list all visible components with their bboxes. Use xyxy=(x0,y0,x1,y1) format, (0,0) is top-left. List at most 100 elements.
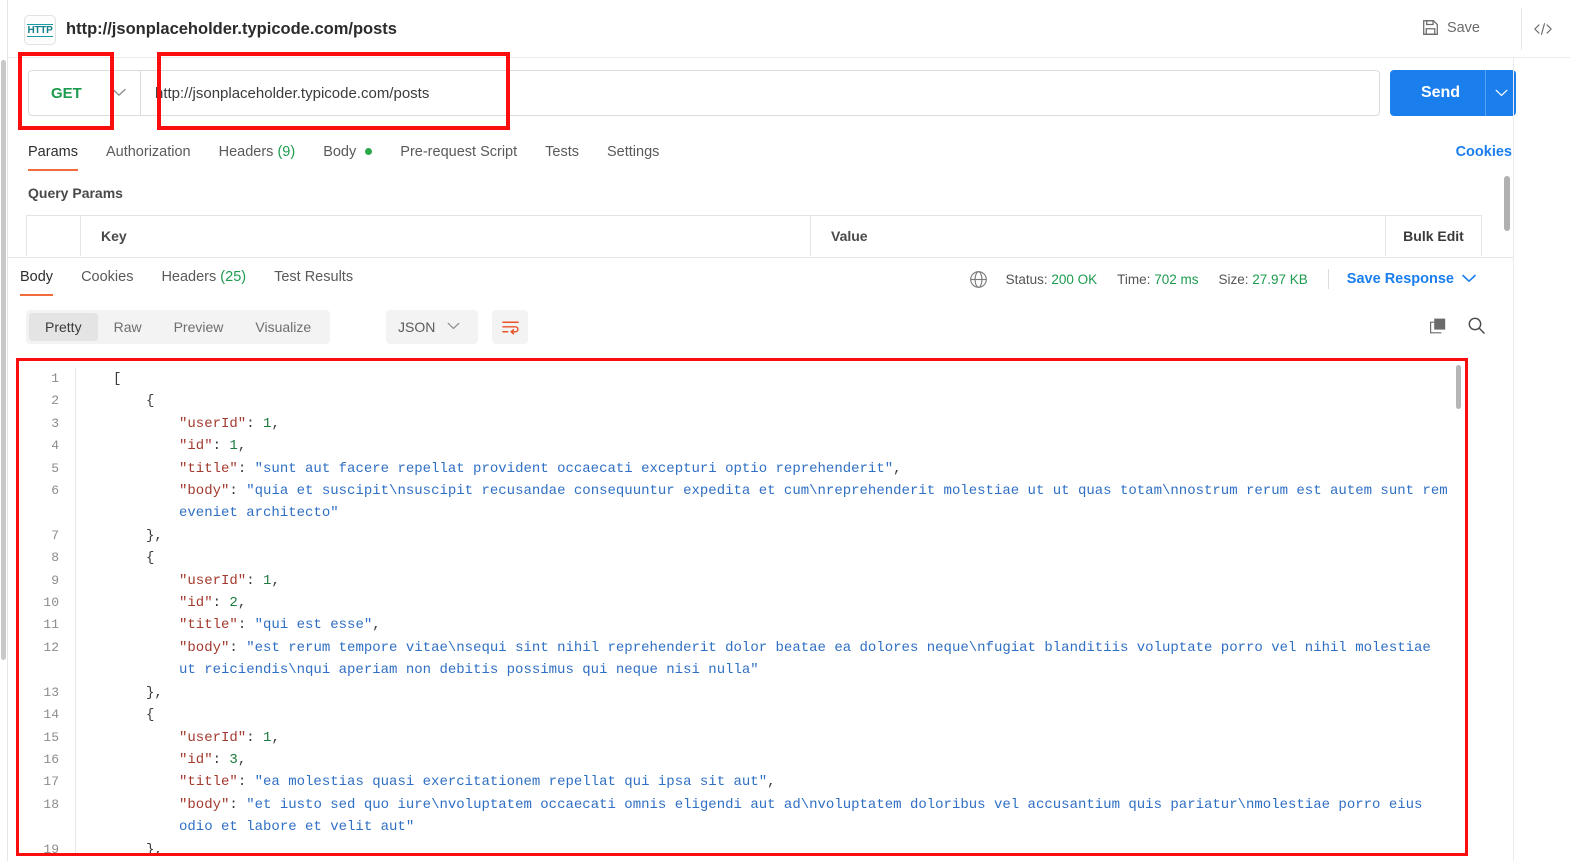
json-line: 5 "title": "sunt aut facere repellat prov… xyxy=(19,457,1465,481)
json-line-number: 1 xyxy=(51,371,59,386)
page-title: http://jsonplaceholder.typicode.com/post… xyxy=(66,20,397,38)
json-line: 10 "id": 2, xyxy=(19,592,1465,615)
json-line: 4 "id": 1, xyxy=(19,435,1465,458)
response-tab-headers-count: (25) xyxy=(220,269,247,285)
view-mode-raw[interactable]: Raw xyxy=(98,313,158,341)
tab-tests[interactable]: Tests xyxy=(531,136,593,171)
size-badge: Size: 27.97 KB xyxy=(1218,272,1307,287)
view-mode-pretty[interactable]: Pretty xyxy=(29,313,98,341)
response-format-select[interactable]: JSON xyxy=(386,310,478,344)
response-tab-headers[interactable]: Headers (25) xyxy=(147,261,260,296)
json-line-content: "body": "et iusto sed quo iure\nvoluptat… xyxy=(179,796,1431,836)
left-scrollbar-thumb[interactable] xyxy=(1,60,6,660)
response-body-viewer[interactable]: 1[2{3 "userId": 1, 4 "id": 1, 5 "title": "sun… xyxy=(16,358,1468,856)
cookies-link[interactable]: Cookies xyxy=(1456,144,1512,160)
json-gutter xyxy=(75,390,113,413)
save-response-chevron-down-icon xyxy=(1462,271,1476,287)
request-response-divider[interactable] xyxy=(8,257,1514,258)
response-tab-cookies[interactable]: Cookies xyxy=(67,261,147,296)
time-badge: Time: 702 ms xyxy=(1117,272,1198,287)
json-line: 13}, xyxy=(19,681,1465,705)
tab-pre-request-script[interactable]: Pre-request Script xyxy=(386,136,531,171)
meta-divider xyxy=(1327,269,1329,289)
json-line-content: { xyxy=(146,550,155,567)
left-rail xyxy=(0,0,8,861)
json-lines-container: 1[2{3 "userId": 1, 4 "id": 1, 5 "title": "sun… xyxy=(19,361,1465,853)
url-field-wrapper[interactable] xyxy=(140,70,1380,116)
json-line-content: }, xyxy=(146,527,163,544)
url-input[interactable] xyxy=(141,84,1379,102)
request-header-bar: HTTP http://jsonplaceholder.typicode.com… xyxy=(8,0,1570,58)
request-pane-scrollbar-thumb[interactable] xyxy=(1504,176,1510,231)
json-gutter xyxy=(75,838,113,853)
json-line-content: "title": "sunt aut facere repellat provi… xyxy=(179,460,902,477)
response-toolbar-actions xyxy=(1429,316,1486,335)
json-gutter xyxy=(75,726,113,749)
tab-body[interactable]: Body xyxy=(309,136,386,171)
response-tab-test-results-label: Test Results xyxy=(274,269,354,285)
json-line-content: [ xyxy=(113,371,122,387)
tab-settings[interactable]: Settings xyxy=(593,136,673,171)
response-body-toolbar: Pretty Raw Preview Visualize JSON xyxy=(8,306,1514,352)
json-line-number: 2 xyxy=(51,393,59,409)
json-line-content: "body": "est rerum tempore vitae\nsequi … xyxy=(179,639,1440,679)
json-line-content: "id": 2, xyxy=(179,595,247,612)
response-tab-body[interactable]: Body xyxy=(20,261,67,296)
wrap-lines-icon[interactable] xyxy=(492,310,528,344)
save-button[interactable]: Save xyxy=(1418,17,1484,38)
json-line-number: 18 xyxy=(43,796,59,812)
search-icon[interactable] xyxy=(1467,316,1486,335)
json-line-number: 16 xyxy=(43,751,59,767)
json-line: 17 "title": "ea molestias quasi exercitat… xyxy=(19,771,1465,794)
format-chevron-down-icon xyxy=(447,321,460,333)
tab-authorization[interactable]: Authorization xyxy=(92,136,205,171)
response-tab-test-results[interactable]: Test Results xyxy=(260,261,367,296)
response-body-scrollbar-thumb[interactable] xyxy=(1456,365,1461,409)
send-chevron-down-icon[interactable] xyxy=(1486,86,1516,100)
json-line: 11 "title": "qui est esse", xyxy=(19,614,1465,637)
bulk-edit-button[interactable]: Bulk Edit xyxy=(1386,216,1481,256)
json-line-number: 12 xyxy=(43,639,59,655)
json-line: 7}, xyxy=(19,524,1465,548)
right-vertical-divider xyxy=(1513,58,1514,861)
code-snippet-icon[interactable] xyxy=(1528,15,1558,43)
save-response-label: Save Response xyxy=(1346,271,1454,287)
response-format-value: JSON xyxy=(398,319,436,335)
response-tab-bar: Body Cookies Headers (25) Test Results S… xyxy=(8,261,1514,301)
request-tabs: Params Authorization Headers (9) Body Pr… xyxy=(28,136,673,171)
json-line-number: 7 xyxy=(51,527,59,543)
tab-settings-label: Settings xyxy=(606,144,660,160)
json-line-content: "title": "qui est esse", xyxy=(179,617,381,634)
tab-tests-label: Tests xyxy=(545,144,579,160)
tab-params[interactable]: Params xyxy=(28,136,92,171)
json-line-content: "userId": 1, xyxy=(179,729,280,746)
view-mode-visualize[interactable]: Visualize xyxy=(239,313,327,341)
copy-icon[interactable] xyxy=(1429,317,1447,335)
json-line-number: 15 xyxy=(43,729,59,745)
json-line: 15 "userId": 1, xyxy=(19,726,1465,749)
json-gutter xyxy=(75,457,113,481)
status-badge: Status: 200 OK xyxy=(1006,272,1098,287)
json-gutter xyxy=(75,748,113,772)
json-line: 9 "userId": 1, xyxy=(19,569,1465,593)
query-params-key-column-header: Key xyxy=(81,216,811,256)
json-line: 3 "userId": 1, xyxy=(19,412,1465,436)
method-selector[interactable]: GET xyxy=(28,70,140,116)
globe-icon[interactable] xyxy=(969,270,988,289)
view-mode-preview[interactable]: Preview xyxy=(158,313,240,341)
json-line-number: 10 xyxy=(43,595,59,611)
json-line: 18 "body": "et iusto sed quo iure\nvolupt… xyxy=(19,793,1465,839)
tab-headers[interactable]: Headers (9) xyxy=(205,136,310,171)
http-badge-label: HTTP xyxy=(26,23,54,37)
send-button[interactable]: Send xyxy=(1390,70,1516,116)
json-line-number: 3 xyxy=(51,415,59,431)
chevron-down-icon xyxy=(112,86,126,100)
body-modified-dot-icon xyxy=(365,148,373,155)
save-response-button[interactable]: Save Response xyxy=(1347,271,1476,287)
query-params-value-column-header: Value xyxy=(811,216,1386,256)
json-gutter xyxy=(75,771,113,794)
json-gutter xyxy=(75,480,113,525)
json-line-number: 13 xyxy=(43,684,59,700)
json-line: 19}, xyxy=(19,838,1465,853)
json-line-content: "userId": 1, xyxy=(179,572,280,589)
